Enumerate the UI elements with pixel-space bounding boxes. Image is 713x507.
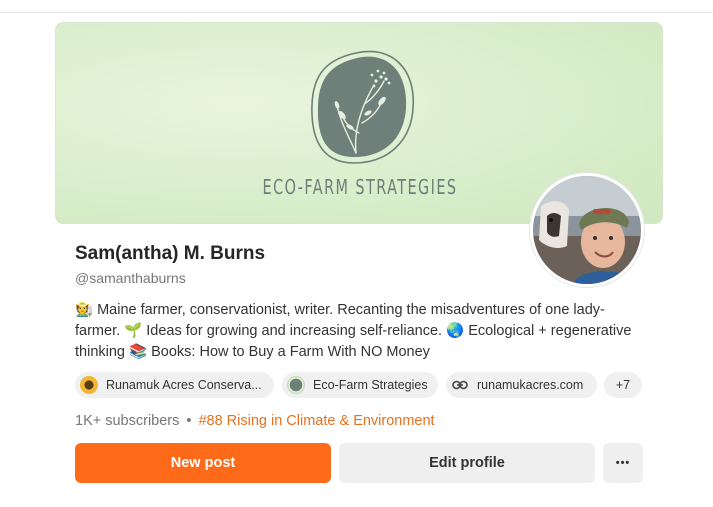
seedling-emoji-icon: 🌱 <box>124 323 143 339</box>
chip-label: Runamuk Acres Conserva... <box>106 378 262 392</box>
profile-stats: 1K+ subscribers • #88 Rising in Climate & … <box>75 413 435 429</box>
profile-handle: @samanthaburns <box>75 270 186 286</box>
banner-title: ECO-FARM STRATEGIES <box>262 175 458 199</box>
bio-text-4: Books: How to Buy a Farm With NO Money <box>151 344 430 360</box>
runamuk-logo-icon <box>80 376 98 394</box>
subscriber-count: 1K+ subscribers <box>75 413 180 429</box>
profile-name: Sam(antha) M. Burns <box>75 243 266 264</box>
chip-label: runamukacres.com <box>477 378 584 392</box>
ellipsis-icon: ••• <box>615 457 631 469</box>
avatar[interactable] <box>530 173 644 287</box>
rising-rank-link[interactable]: #88 Rising in Climate & Environment <box>198 413 434 429</box>
edit-profile-button[interactable]: Edit profile <box>339 443 595 483</box>
chip-runamuk-acres[interactable]: Runamuk Acres Conserva... <box>75 372 274 398</box>
chip-eco-farm-strategies[interactable]: Eco-Farm Strategies <box>282 372 438 398</box>
link-icon <box>451 376 469 394</box>
books-emoji-icon: 📚 <box>129 344 148 360</box>
globe-emoji-icon: 🌏 <box>446 323 465 339</box>
profile-bio: 🧑‍🌾 Maine farmer, conservationist, write… <box>75 300 635 363</box>
chip-website[interactable]: runamukacres.com <box>446 372 597 398</box>
stats-separator: • <box>186 413 192 429</box>
more-options-button[interactable]: ••• <box>603 443 643 483</box>
chip-more-links[interactable]: +7 <box>604 372 642 398</box>
farmer-emoji-icon: 🧑‍🌾 <box>75 302 94 318</box>
eco-farm-logo-icon <box>287 376 305 394</box>
top-divider <box>0 12 713 13</box>
bio-text-2: Ideas for growing and increasing self-re… <box>146 323 443 339</box>
chip-label: Eco-Farm Strategies <box>313 378 428 392</box>
new-post-button[interactable]: New post <box>75 443 331 483</box>
chip-label: +7 <box>615 378 631 392</box>
